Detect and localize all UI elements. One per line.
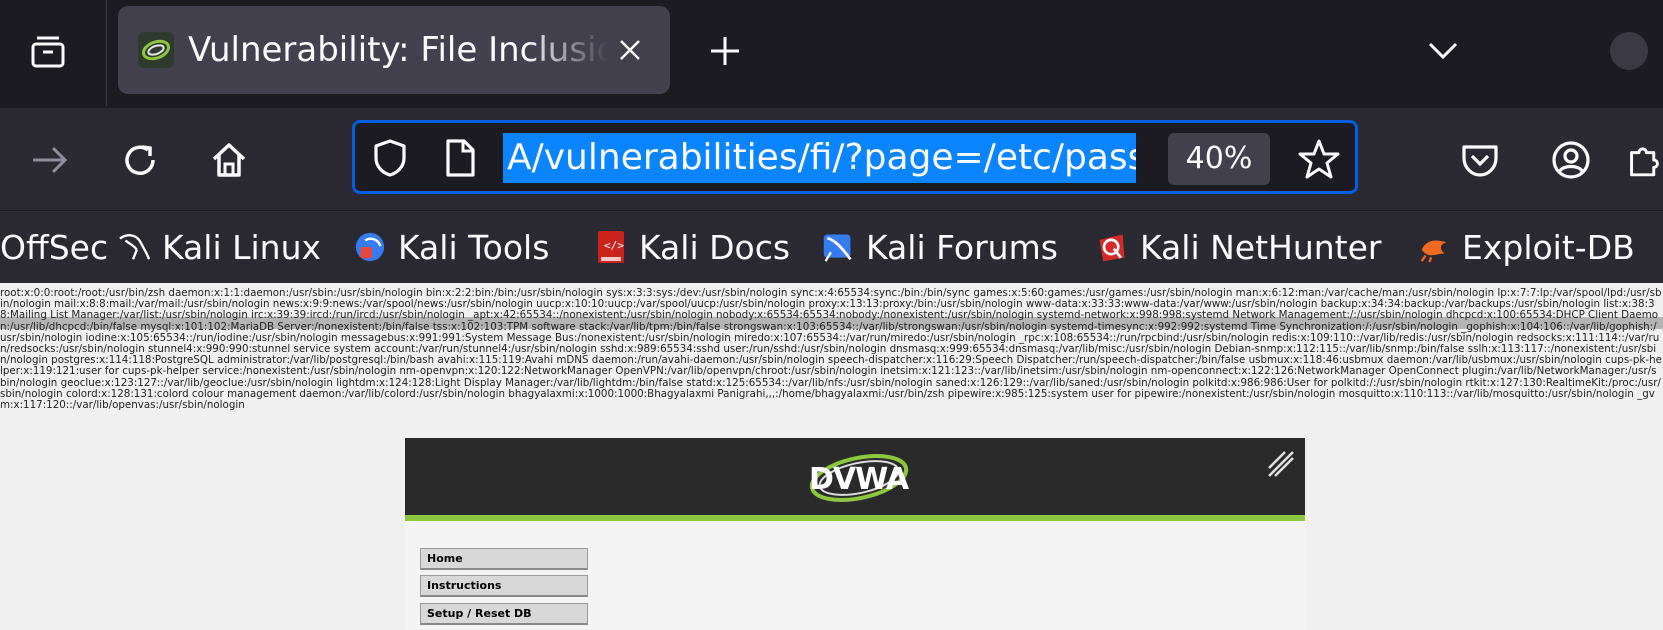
- bookmark-label: Kali Tools: [398, 227, 550, 267]
- bookmark-label: Kali Linux: [162, 227, 322, 267]
- bookmark-kali-forums[interactable]: Kali Forums: [822, 225, 1058, 269]
- bookmark-kali-nethunter[interactable]: Kali NetHunter: [1096, 225, 1382, 269]
- list-all-tabs-button[interactable]: [1418, 26, 1468, 76]
- kali-docs-icon: </>: [595, 231, 627, 263]
- bookmark-kali-linux[interactable]: Kali Linux: [118, 225, 321, 269]
- tab-active[interactable]: Vulnerability: File Inclusion: [118, 6, 670, 94]
- url-bar[interactable]: A/vulnerabilities/fi/?page=/etc/passwd 4…: [352, 120, 1358, 194]
- exploitdb-icon: [1418, 231, 1450, 263]
- forward-button[interactable]: [22, 132, 78, 188]
- dvwa-favicon-icon: [138, 32, 174, 68]
- nethunter-icon: [1096, 231, 1128, 263]
- chevron-down-icon: [1428, 42, 1458, 60]
- dvwa-logo-text: DVWA: [809, 462, 909, 497]
- account-button[interactable]: [1543, 132, 1599, 188]
- tab-close-button[interactable]: [608, 28, 652, 72]
- page-content: root:x:0:0:root:/root:/usr/bin/zsh daemo…: [0, 283, 1663, 630]
- tab-bar: Vulnerability: File Inclusion: [0, 0, 1663, 108]
- tracking-protection-shield-icon[interactable]: [369, 137, 411, 179]
- account-avatar[interactable]: [1610, 32, 1648, 70]
- reload-button[interactable]: [112, 132, 168, 188]
- bookmark-label: Exploit-DB: [1462, 227, 1635, 267]
- tab-list-icon: [31, 36, 65, 68]
- arrow-right-icon: [33, 146, 68, 174]
- zoom-indicator-button[interactable]: 40%: [1168, 133, 1270, 185]
- account-icon: [1552, 141, 1590, 179]
- dvwa-corner-logo-icon: [1268, 451, 1294, 477]
- tab-list-button[interactable]: [18, 26, 78, 78]
- kali-forums-icon: [822, 231, 854, 263]
- included-file-output: root:x:0:0:root:/root:/usr/bin/zsh daemo…: [0, 287, 1662, 412]
- home-button[interactable]: [201, 132, 257, 188]
- menu-setup-reset-db[interactable]: Setup / Reset DB: [420, 603, 588, 625]
- tab-separator: [106, 0, 107, 106]
- svg-text:</>: </>: [604, 239, 624, 252]
- bookmark-label: OffSec: [0, 227, 109, 267]
- tab-title: Vulnerability: File Inclusion: [188, 30, 608, 70]
- bookmark-label: Kali NetHunter: [1140, 227, 1382, 267]
- pocket-icon: [1462, 145, 1498, 177]
- bookmark-label: Kali Forums: [866, 227, 1058, 267]
- navigation-toolbar: A/vulnerabilities/fi/?page=/etc/passwd 4…: [0, 108, 1663, 210]
- url-input[interactable]: A/vulnerabilities/fi/?page=/etc/passwd: [503, 133, 1136, 183]
- new-tab-button[interactable]: [700, 26, 750, 76]
- home-icon: [212, 143, 246, 177]
- menu-instructions[interactable]: Instructions: [420, 575, 588, 597]
- puzzle-piece-icon: [1630, 147, 1659, 177]
- menu-home[interactable]: Home: [420, 548, 588, 570]
- kali-tools-icon: [354, 231, 386, 263]
- pocket-button[interactable]: [1452, 132, 1508, 188]
- dvwa-container: DVWA Home Instructions Setup / Reset DB: [405, 438, 1305, 630]
- bookmark-label: Kali Docs: [639, 227, 791, 267]
- plus-icon: [711, 37, 739, 65]
- dvwa-header: DVWA: [405, 438, 1305, 521]
- kali-dragon-icon: [118, 231, 150, 263]
- extensions-button[interactable]: [1626, 132, 1663, 188]
- bookmark-kali-tools[interactable]: Kali Tools: [354, 225, 549, 269]
- page-info-icon[interactable]: [439, 137, 481, 179]
- bookmarks-toolbar: OffSec Kali Linux Kali Tools </> Kali Do…: [0, 210, 1663, 283]
- close-icon: [620, 40, 640, 60]
- reload-icon: [125, 145, 155, 175]
- bookmark-star-icon[interactable]: [1295, 135, 1343, 183]
- bookmark-kali-docs[interactable]: </> Kali Docs: [595, 225, 790, 269]
- bookmark-offsec[interactable]: OffSec: [0, 225, 108, 269]
- bookmark-exploit-db[interactable]: Exploit-DB: [1418, 225, 1635, 269]
